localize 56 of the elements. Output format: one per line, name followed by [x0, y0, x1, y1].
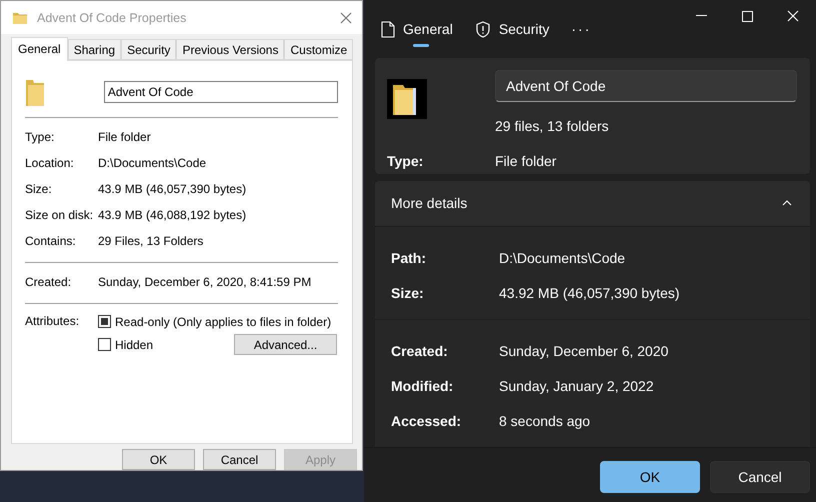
details-header[interactable]: More details: [375, 180, 810, 227]
property-label: Path:: [391, 250, 427, 266]
property-value: 8 seconds ago: [499, 413, 592, 430]
name-field[interactable]: Advent Of Code: [495, 70, 797, 102]
property-value: D:\Documents\Code: [499, 250, 626, 266]
dialog-button[interactable]: OK: [122, 449, 195, 470]
property-label: Accessed:: [391, 413, 462, 430]
property-label: Size:: [25, 182, 53, 196]
property-value: 29 Files, 13 Folders: [98, 234, 204, 248]
name-field[interactable]: Advent Of Code: [104, 81, 338, 103]
checkbox-label[interactable]: Read-only (Only applies to files in folder): [115, 314, 332, 328]
tab[interactable]: Security: [121, 39, 176, 60]
chevron-icon: [782, 200, 792, 206]
advanced-button[interactable]: Advanced...: [234, 334, 337, 355]
checkbox[interactable]: [98, 315, 111, 328]
tab[interactable]: Previous Versions: [176, 39, 284, 60]
tab[interactable]: Security: [474, 9, 550, 49]
tab[interactable]: General: [11, 37, 68, 61]
tab[interactable]: Sharing: [68, 39, 122, 60]
tab[interactable]: General: [381, 9, 453, 49]
property-label: Modified:: [391, 378, 454, 394]
more-tabs-button[interactable]: ···: [571, 21, 592, 37]
close-icon: [787, 10, 799, 22]
property-value: File folder: [495, 152, 558, 171]
dialog-button[interactable]: Cancel: [710, 460, 810, 493]
folder-icon: [25, 77, 45, 107]
folder-icon: [387, 79, 427, 119]
property-value: 43.9 MB (46,057,390 bytes): [98, 182, 246, 196]
checkbox[interactable]: [98, 338, 111, 351]
property-value: Sunday, December 6, 2020, 8:41:59 PM: [98, 275, 312, 289]
property-label: Size on disk:: [25, 208, 94, 222]
contents-summary: 29 files, 13 folders: [495, 117, 610, 136]
property-label: Created:: [391, 343, 449, 360]
minimize-icon: [696, 15, 706, 17]
property-label: Type:: [387, 152, 424, 171]
property-label: Type:: [25, 130, 56, 144]
property-value: D:\Documents\Code: [98, 156, 206, 170]
property-label: Size:: [391, 285, 425, 302]
window-title: Advent Of Code Properties: [37, 10, 188, 24]
property-value: 43.92 MB (46,057,390 bytes): [499, 285, 681, 302]
dialog-button[interactable]: OK: [600, 460, 700, 493]
checkbox-label[interactable]: Hidden: [115, 338, 154, 352]
property-label: Location:: [25, 156, 75, 170]
property-value: Sunday, January 2, 2022: [499, 378, 655, 394]
property-value: File folder: [98, 130, 151, 144]
property-label: Contains:: [25, 234, 77, 248]
property-label: Attributes:: [25, 313, 80, 328]
close-icon[interactable]: [340, 12, 352, 24]
document-icon: [381, 20, 395, 38]
shield-icon: [474, 20, 491, 38]
dialog-button[interactable]: Cancel: [203, 449, 276, 470]
property-label: Created:: [25, 275, 72, 289]
tab[interactable]: Customize: [284, 39, 354, 60]
property-value: 43.9 MB (46,088,192 bytes): [98, 208, 246, 222]
property-value: Sunday, December 6, 2020: [499, 343, 670, 360]
maximize-icon: [742, 10, 752, 22]
